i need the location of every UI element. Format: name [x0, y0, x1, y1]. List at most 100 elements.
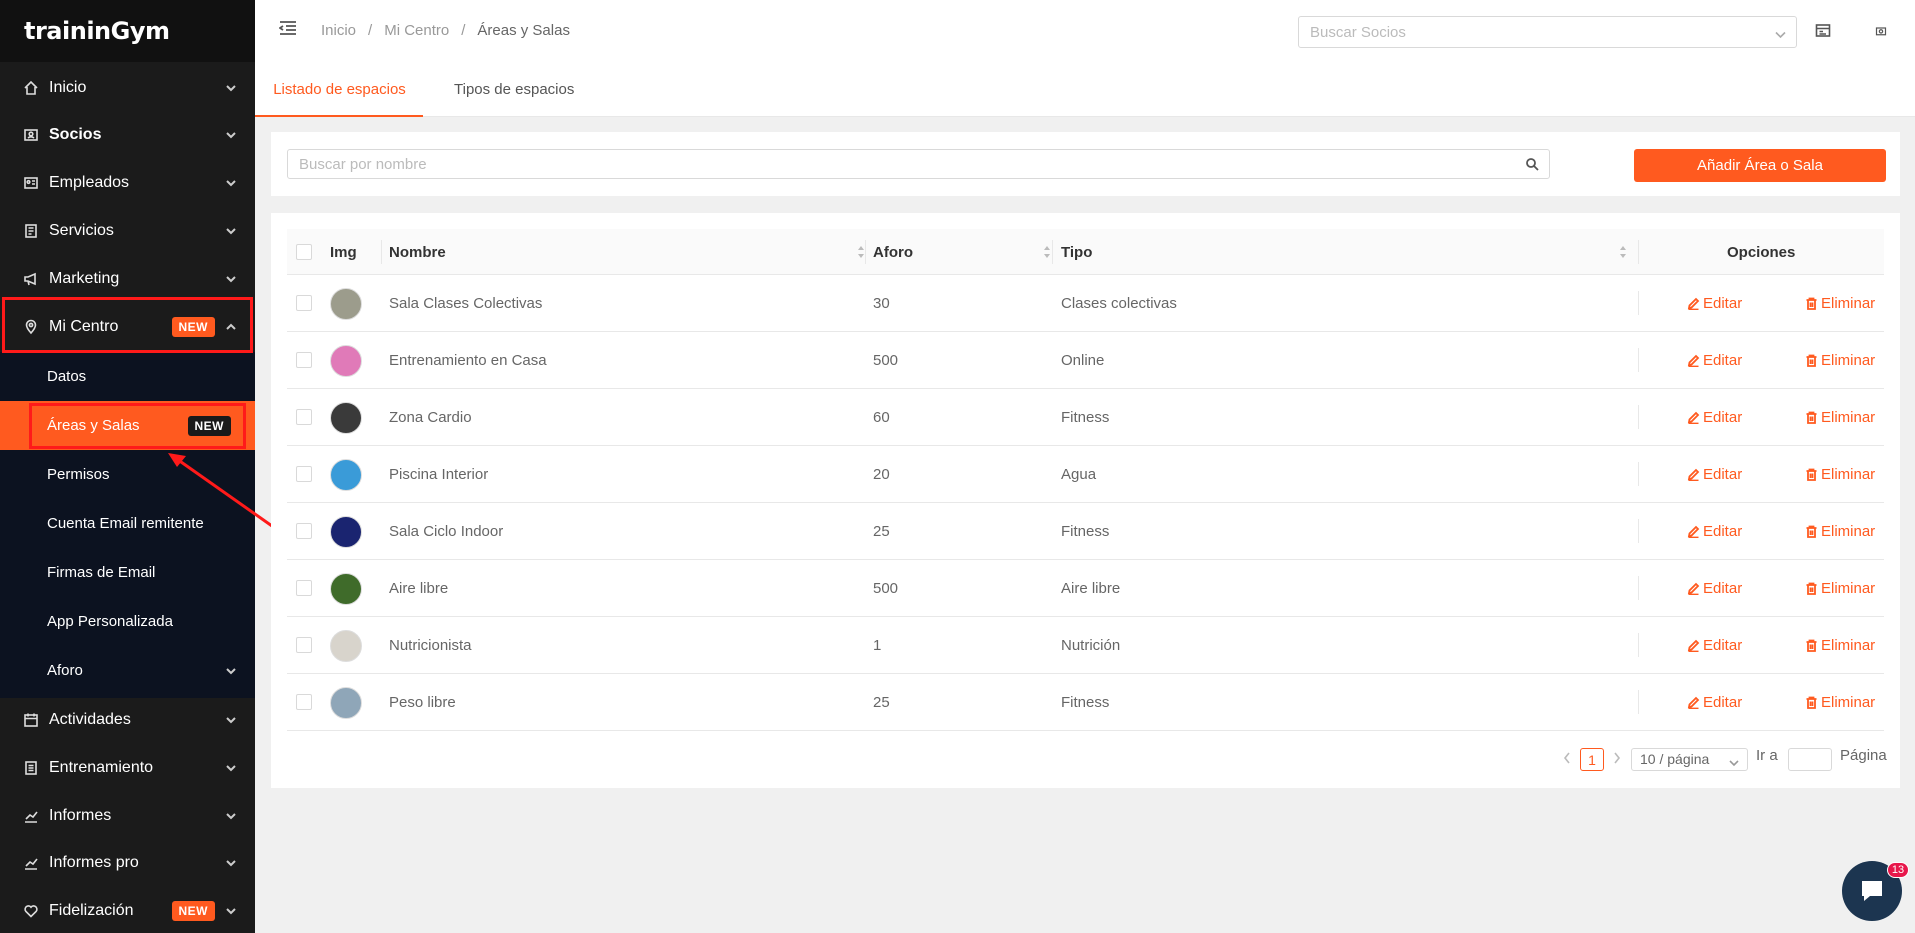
- edit-button[interactable]: Editar: [1687, 466, 1742, 483]
- breadcrumb-mi-centro[interactable]: Mi Centro: [384, 22, 449, 39]
- sidebar-item-marketing[interactable]: Marketing: [0, 255, 255, 303]
- prev-page-icon[interactable]: [1563, 751, 1573, 764]
- column-divider: [1638, 576, 1639, 600]
- delete-button[interactable]: Eliminar: [1805, 523, 1875, 540]
- edit-button[interactable]: Editar: [1687, 352, 1742, 369]
- app-logo[interactable]: traininGym: [0, 0, 255, 62]
- page-size-value: 10 / página: [1640, 751, 1710, 767]
- camera-icon[interactable]: [1875, 24, 1893, 42]
- sidebar-item-mi-centro[interactable]: Mi Centro NEW: [0, 303, 255, 351]
- chevron-down-icon: [225, 761, 237, 773]
- delete-button[interactable]: Eliminar: [1805, 409, 1875, 426]
- sidebar-item-entrenamiento[interactable]: Entrenamiento: [0, 744, 255, 792]
- table-row: Sala Clases Colectivas 30 Clases colectiva…: [287, 275, 1884, 332]
- sidebar-item-label: Socios: [49, 126, 102, 143]
- space-name: Nutricionista: [389, 637, 472, 654]
- delete-button[interactable]: Eliminar: [1805, 694, 1875, 711]
- row-checkbox[interactable]: [296, 637, 312, 653]
- edit-button[interactable]: Editar: [1687, 580, 1742, 597]
- column-divider: [381, 240, 382, 264]
- chevron-down-icon: [225, 81, 237, 93]
- sidebar-item-label: Fidelización: [49, 902, 134, 919]
- column-header-tipo[interactable]: Tipo: [1061, 244, 1092, 261]
- new-badge: NEW: [171, 901, 215, 921]
- row-checkbox[interactable]: [296, 694, 312, 710]
- sidebar-item-actividades[interactable]: Actividades: [0, 696, 255, 744]
- chevron-down-icon: [225, 809, 237, 821]
- row-checkbox[interactable]: [296, 523, 312, 539]
- submenu-label: Datos: [47, 368, 87, 385]
- line-chart-icon: [22, 807, 40, 825]
- chevron-down-icon: [225, 904, 237, 916]
- sidebar-item-servicios[interactable]: Servicios: [0, 207, 255, 255]
- edit-button[interactable]: Editar: [1687, 637, 1742, 654]
- submenu-item-app-personalizada[interactable]: App Personalizada: [0, 597, 255, 646]
- space-name: Zona Cardio: [389, 409, 472, 426]
- edit-button[interactable]: Editar: [1687, 295, 1742, 312]
- sidebar-item-label: Inicio: [49, 79, 87, 96]
- delete-button[interactable]: Eliminar: [1805, 352, 1875, 369]
- new-badge: NEW: [171, 317, 215, 337]
- edit-label: Editar: [1703, 523, 1743, 540]
- edit-button[interactable]: Editar: [1687, 523, 1742, 540]
- select-all-checkbox[interactable]: [296, 244, 312, 260]
- space-thumbnail: [330, 402, 362, 434]
- sidebar-item-informes[interactable]: Informes: [0, 792, 255, 840]
- space-name: Peso libre: [389, 694, 456, 711]
- next-page-icon[interactable]: [1613, 751, 1623, 764]
- edit-button[interactable]: Editar: [1687, 409, 1742, 426]
- submenu-item-aforo[interactable]: Aforo: [0, 646, 255, 695]
- menu-collapse-icon[interactable]: [278, 20, 297, 36]
- breadcrumb-inicio[interactable]: Inicio: [321, 22, 356, 39]
- delete-button[interactable]: Eliminar: [1805, 580, 1875, 597]
- submenu-label: Aforo: [47, 662, 83, 679]
- column-header-nombre[interactable]: Nombre: [389, 244, 446, 261]
- column-header-aforo[interactable]: Aforo: [873, 244, 913, 261]
- delete-button[interactable]: Eliminar: [1805, 466, 1875, 483]
- sidebar-item-informes-pro[interactable]: Informes pro: [0, 839, 255, 887]
- delete-button[interactable]: Eliminar: [1805, 295, 1875, 312]
- breadcrumb: Inicio / Mi Centro / Áreas y Salas: [321, 22, 570, 39]
- name-search-input[interactable]: Buscar por nombre: [287, 149, 1550, 179]
- sidebar-item-socios[interactable]: Socios: [0, 111, 255, 159]
- row-checkbox[interactable]: [296, 352, 312, 368]
- space-name: Piscina Interior: [389, 466, 489, 483]
- sidebar-item-empleados[interactable]: Empleados: [0, 159, 255, 207]
- sort-icon[interactable]: [857, 245, 865, 259]
- delete-label: Eliminar: [1821, 295, 1876, 312]
- chevron-down-icon: [225, 856, 237, 868]
- delete-button[interactable]: Eliminar: [1805, 637, 1875, 654]
- tab-listado-espacios[interactable]: Listado de espacios: [255, 81, 423, 117]
- space-name: Sala Ciclo Indoor: [389, 523, 504, 540]
- table-row: Sala Ciclo Indoor 25 Fitness Editar Eliminar: [287, 503, 1884, 560]
- tab-tipos-espacios[interactable]: Tipos de espacios: [439, 81, 589, 117]
- row-checkbox[interactable]: [296, 466, 312, 482]
- space-name: Sala Clases Colectivas: [389, 295, 543, 312]
- submenu-item-datos[interactable]: Datos: [0, 352, 255, 401]
- row-checkbox[interactable]: [296, 295, 312, 311]
- page-size-select[interactable]: 10 / página: [1631, 748, 1748, 771]
- submenu-item-firmas-email[interactable]: Firmas de Email: [0, 548, 255, 597]
- search-icon[interactable]: [1525, 157, 1539, 171]
- space-tipo: Clases colectivas: [1061, 295, 1177, 312]
- sidebar-item-fidelizacion[interactable]: Fidelización NEW: [0, 887, 255, 933]
- edit-button[interactable]: Editar: [1687, 694, 1742, 711]
- row-checkbox[interactable]: [296, 580, 312, 596]
- add-area-button[interactable]: Añadir Área o Sala: [1634, 149, 1886, 182]
- sort-icon[interactable]: [1619, 245, 1627, 259]
- member-search-select[interactable]: Buscar Socios: [1298, 16, 1797, 48]
- spaces-table-card: Img Nombre Aforo Tipo Opciones Sala Clas…: [271, 213, 1900, 788]
- edit-icon: [1687, 411, 1700, 424]
- page-1-button[interactable]: 1: [1580, 748, 1604, 771]
- edit-icon: [1687, 696, 1700, 709]
- sort-icon[interactable]: [1043, 245, 1051, 259]
- calendar-check-icon[interactable]: [1815, 22, 1833, 40]
- space-tipo: Fitness: [1061, 523, 1110, 540]
- sidebar-item-inicio[interactable]: Inicio: [0, 64, 255, 112]
- submenu-item-areas-salas[interactable]: Áreas y Salas NEW: [0, 401, 255, 450]
- tabs-bar: Listado de espacios Tipos de espacios: [255, 63, 1915, 117]
- calendar-icon: [22, 711, 40, 729]
- row-checkbox[interactable]: [296, 409, 312, 425]
- goto-page-input[interactable]: [1788, 748, 1832, 771]
- sidebar-item-label: Informes pro: [49, 854, 139, 871]
